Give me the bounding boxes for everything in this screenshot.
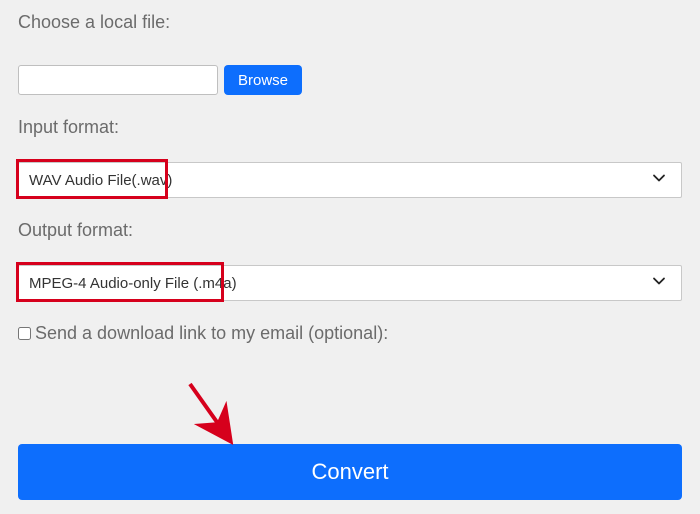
input-format-dropdown[interactable]: WAV Audio File(.wav) (18, 162, 682, 198)
browse-button[interactable]: Browse (224, 65, 302, 95)
convert-button[interactable]: Convert (18, 444, 682, 500)
file-path-input[interactable] (18, 65, 218, 95)
file-row: Browse (18, 65, 682, 95)
choose-file-label: Choose a local file: (18, 12, 682, 33)
input-format-label: Input format: (18, 117, 682, 138)
email-option-row: Send a download link to my email (option… (18, 323, 682, 344)
output-format-label: Output format: (18, 220, 682, 241)
annotation-arrow-icon (182, 378, 242, 448)
email-checkbox[interactable] (18, 327, 31, 340)
output-format-dropdown[interactable]: MPEG-4 Audio-only File (.m4a) (18, 265, 682, 301)
output-format-value: MPEG-4 Audio-only File (.m4a) (29, 275, 237, 292)
email-option-label: Send a download link to my email (option… (35, 323, 388, 344)
input-format-value: WAV Audio File(.wav) (29, 172, 172, 189)
chevron-down-icon (651, 273, 667, 293)
chevron-down-icon (651, 170, 667, 190)
